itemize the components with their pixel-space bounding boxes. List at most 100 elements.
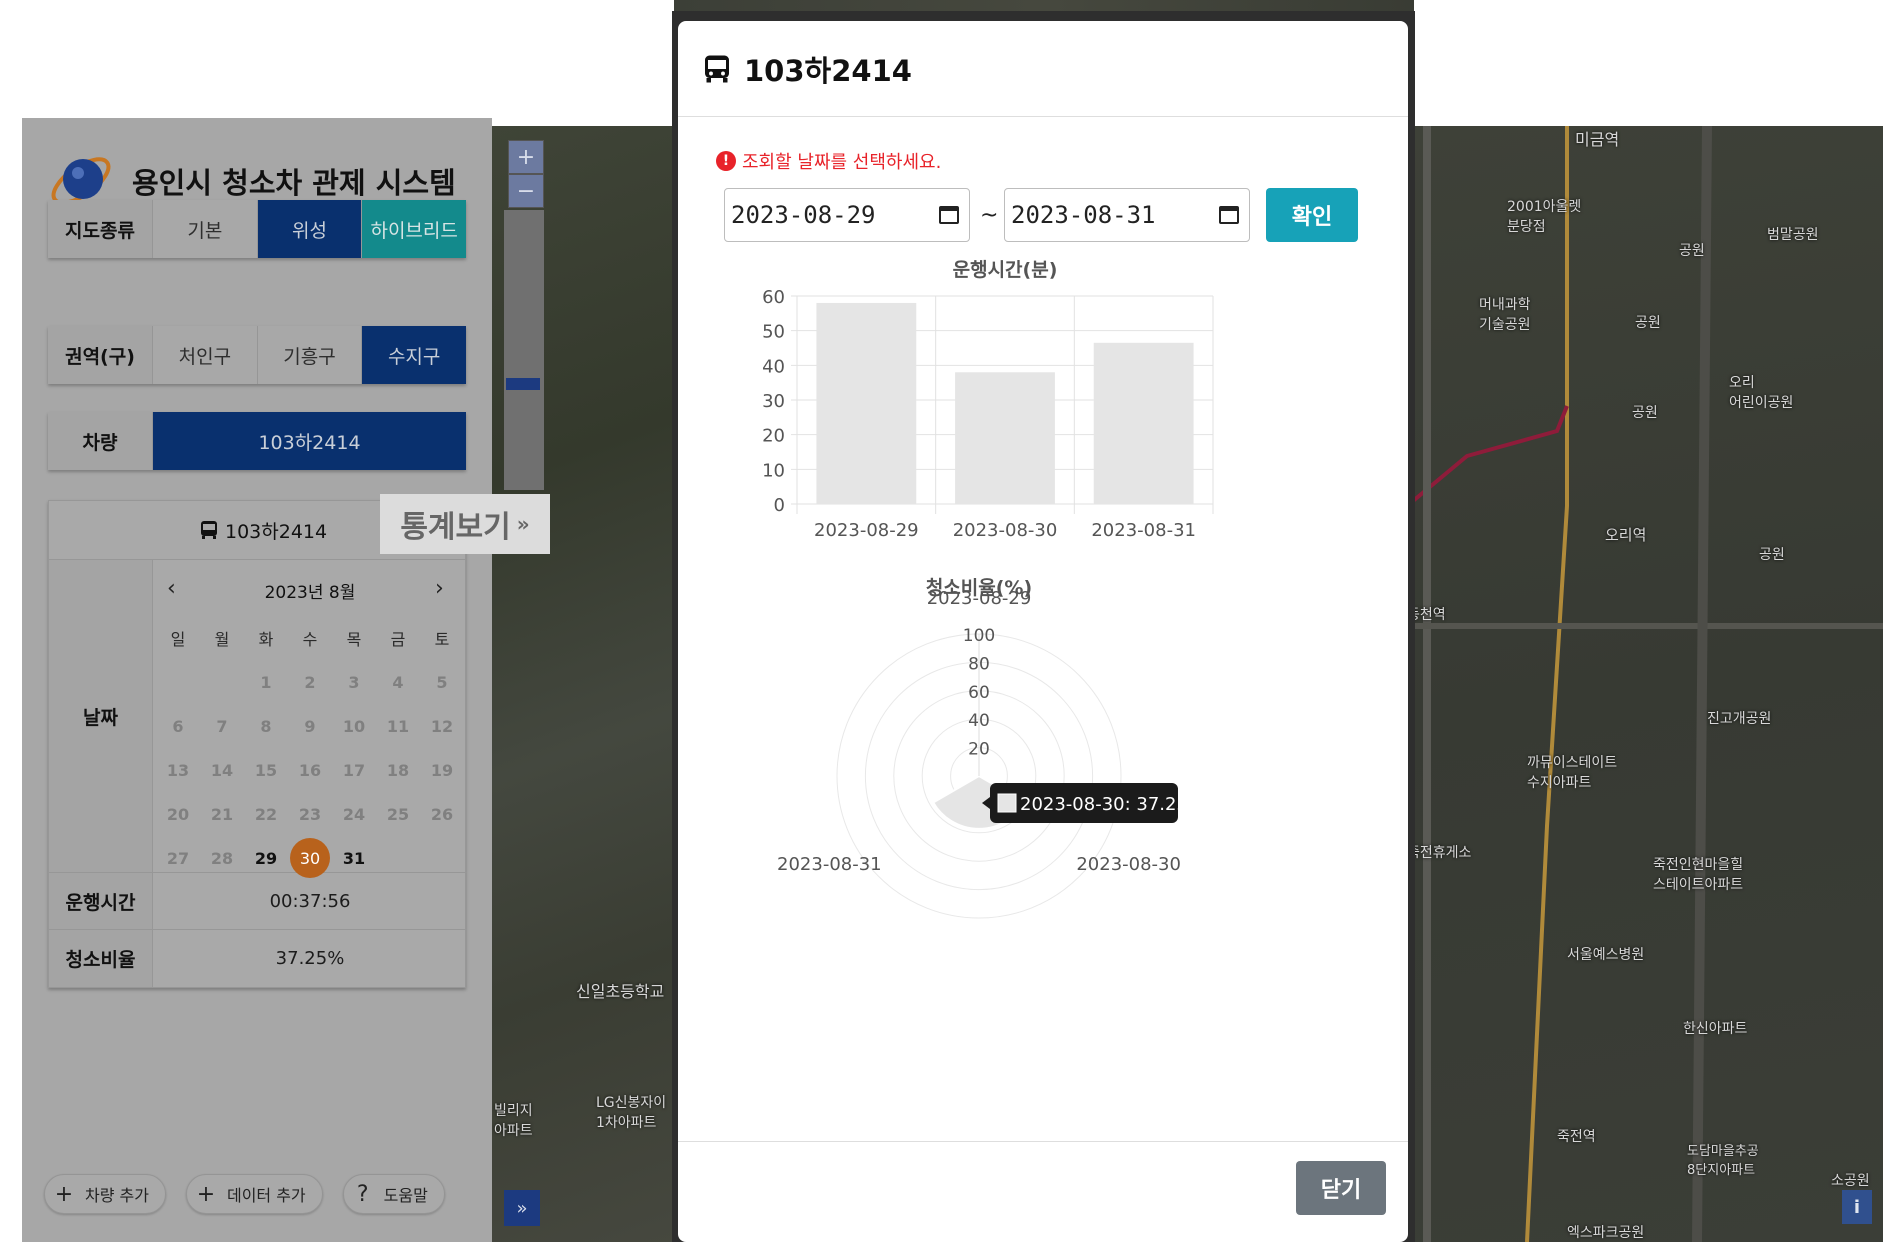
district-cheoin-button[interactable]: 처인구 — [152, 326, 257, 384]
calendar-day: 10 — [332, 704, 376, 748]
help-label: 도움말 — [383, 1186, 428, 1205]
x-tick-label: 2023-08-30 — [953, 520, 1058, 541]
calendar-day-label: 16 — [298, 760, 322, 780]
add-vehicle-label: 차량 추가 — [85, 1186, 149, 1205]
district-label: 권역(구) — [48, 326, 152, 384]
next-month-button[interactable]: › — [435, 576, 444, 601]
close-button[interactable]: 닫기 — [1296, 1161, 1386, 1215]
calendar-day-label: 8 — [260, 716, 272, 736]
clean-ratio-label: 청소비율 — [49, 930, 153, 987]
modal-footer — [678, 1141, 1408, 1142]
calendar-day: 2 — [288, 660, 332, 704]
calendar-day-label: 14 — [210, 760, 234, 780]
calendar-day-label: 15 — [254, 760, 278, 780]
x-tick-label: 2023-08-31 — [1091, 520, 1196, 541]
help-button[interactable]: ? 도움말 — [342, 1174, 445, 1214]
map-label: 까뮤이스테이트 수지아파트 — [1527, 755, 1618, 791]
calendar-day-label: 30 — [299, 848, 321, 868]
map-type-basic-button[interactable]: 기본 — [152, 200, 257, 258]
map-label: 엑스파크공원 — [1567, 1225, 1645, 1241]
calendar-day-label: 5 — [436, 672, 448, 692]
tooltip-text: 2023-08-30: 37.25 — [1020, 794, 1188, 815]
zoom-control: + − — [508, 140, 544, 208]
calendar-day: 9 — [288, 704, 332, 748]
calendar-day-label: 25 — [386, 804, 410, 824]
calendar-day: 20 — [156, 792, 200, 836]
calendar-day-label: 29 — [254, 848, 278, 868]
stats-view-label: 통계보기 — [400, 510, 511, 545]
map-label: 소공원 — [1831, 1173, 1870, 1189]
calendar-day-label: 24 — [342, 804, 366, 824]
radial-tick-label: 40 — [968, 711, 990, 731]
calendar-day: 8 — [244, 704, 288, 748]
stats-view-tab[interactable]: 통계보기 » — [380, 494, 550, 554]
vehicle-label: 차량 — [48, 412, 152, 470]
calendar-day: 13 — [156, 748, 200, 792]
calendar-day: 15 — [244, 748, 288, 792]
stats-modal: 103하2414 ! 조회할 날짜를 선택하세요. 2023-08-29 ~ 2… — [678, 21, 1408, 1242]
map-label: 미금역 — [1575, 130, 1620, 149]
map-label: 공원 — [1632, 405, 1658, 421]
calendar-day-label: 11 — [386, 716, 410, 736]
vehicle-card-title: 103하2414 — [225, 520, 328, 543]
run-time-label: 운행시간 — [49, 873, 153, 929]
add-vehicle-button[interactable]: + 차량 추가 — [44, 1174, 166, 1214]
district-giheung-button[interactable]: 기흥구 — [256, 326, 362, 384]
calendar-day: 11 — [376, 704, 420, 748]
app-panel: 용인시 청소차 관제 시스템 지도종류 기본 위성 하이브리드 권역(구) 처인… — [22, 118, 492, 1242]
zoom-slider[interactable] — [504, 210, 544, 490]
calendar-day: 14 — [200, 748, 244, 792]
district-selector: 권역(구) 처인구 기흥구 수지구 — [48, 326, 467, 384]
zoom-slider-handle[interactable] — [506, 378, 540, 390]
calendar-day-label: 13 — [166, 760, 190, 780]
weekday-header: 토 — [434, 630, 450, 649]
calendar-day-label: 18 — [386, 760, 410, 780]
calendar-day: 26 — [420, 792, 464, 836]
map-label: 죽전휴게소 — [1407, 845, 1472, 861]
map-label: 죽전인현마을힐 스테이트아파트 — [1653, 857, 1744, 893]
app-title: 용인시 청소차 관제 시스템 — [132, 166, 456, 200]
calendar-day-label: 7 — [216, 716, 228, 736]
calendar-day-label: 4 — [392, 672, 404, 692]
weekday-header: 월 — [214, 630, 230, 649]
calendar-day: 22 — [244, 792, 288, 836]
calendar-day-label: 9 — [304, 716, 316, 736]
vehicle-select[interactable]: 103하2414 — [152, 412, 466, 470]
bus-icon — [201, 521, 217, 539]
map-label: 공원 — [1759, 547, 1785, 563]
bar — [816, 302, 917, 504]
calendar-day-label: 31 — [342, 848, 366, 868]
map-right[interactable]: 미금역 2001아울렛 분당점 범말공원 공원 머내과학 기술공원 공원 오리 … — [1407, 126, 1883, 1242]
calendar-day-label: 3 — [348, 672, 360, 692]
calendar-day-label: 21 — [210, 804, 234, 824]
map-type-selector: 지도종류 기본 위성 하이브리드 — [48, 200, 467, 258]
weekday-header: 금 — [390, 630, 406, 649]
zoom-in-button[interactable]: + — [508, 140, 544, 174]
map-type-hybrid-button[interactable]: 하이브리드 — [361, 200, 467, 258]
angular-label: 2023-08-30 — [1076, 854, 1181, 875]
expand-panel-button[interactable]: » — [504, 1190, 540, 1226]
angular-label: 2023-08-29 — [927, 588, 1032, 609]
map-type-satellite-button[interactable]: 위성 — [256, 200, 362, 258]
calendar-day: 6 — [156, 704, 200, 748]
y-tick-label: 10 — [762, 460, 785, 481]
plus-icon: + — [196, 1181, 216, 1207]
map-label: 서울예스병원 — [1567, 947, 1645, 963]
plus-icon: + — [54, 1181, 74, 1207]
add-data-button[interactable]: + 데이터 추가 — [185, 1174, 323, 1214]
map-label: 2001아울렛 분당점 — [1507, 199, 1582, 235]
calendar-day: 16 — [288, 748, 332, 792]
tooltip-swatch — [997, 793, 1017, 813]
map-label: 오리 어린이공원 — [1729, 375, 1794, 411]
zoom-out-button[interactable]: − — [508, 174, 544, 208]
calendar-day: 19 — [420, 748, 464, 792]
calendar-day: 3 — [332, 660, 376, 704]
calendar-day: 25 — [376, 792, 420, 836]
map-label: 빌리지 아파트 — [494, 1103, 533, 1139]
calendar-day: 4 — [376, 660, 420, 704]
info-button[interactable]: i — [1842, 1190, 1872, 1224]
stats-charts: 운행시간(분) 0 10 20 30 40 50 60 2023-08-29 2023-08-30… — [762, 259, 1214, 919]
calendar-day-label: 20 — [166, 804, 190, 824]
district-suji-button[interactable]: 수지구 — [361, 326, 467, 384]
map-label: LG신봉자이 1차아파트 — [596, 1095, 667, 1131]
